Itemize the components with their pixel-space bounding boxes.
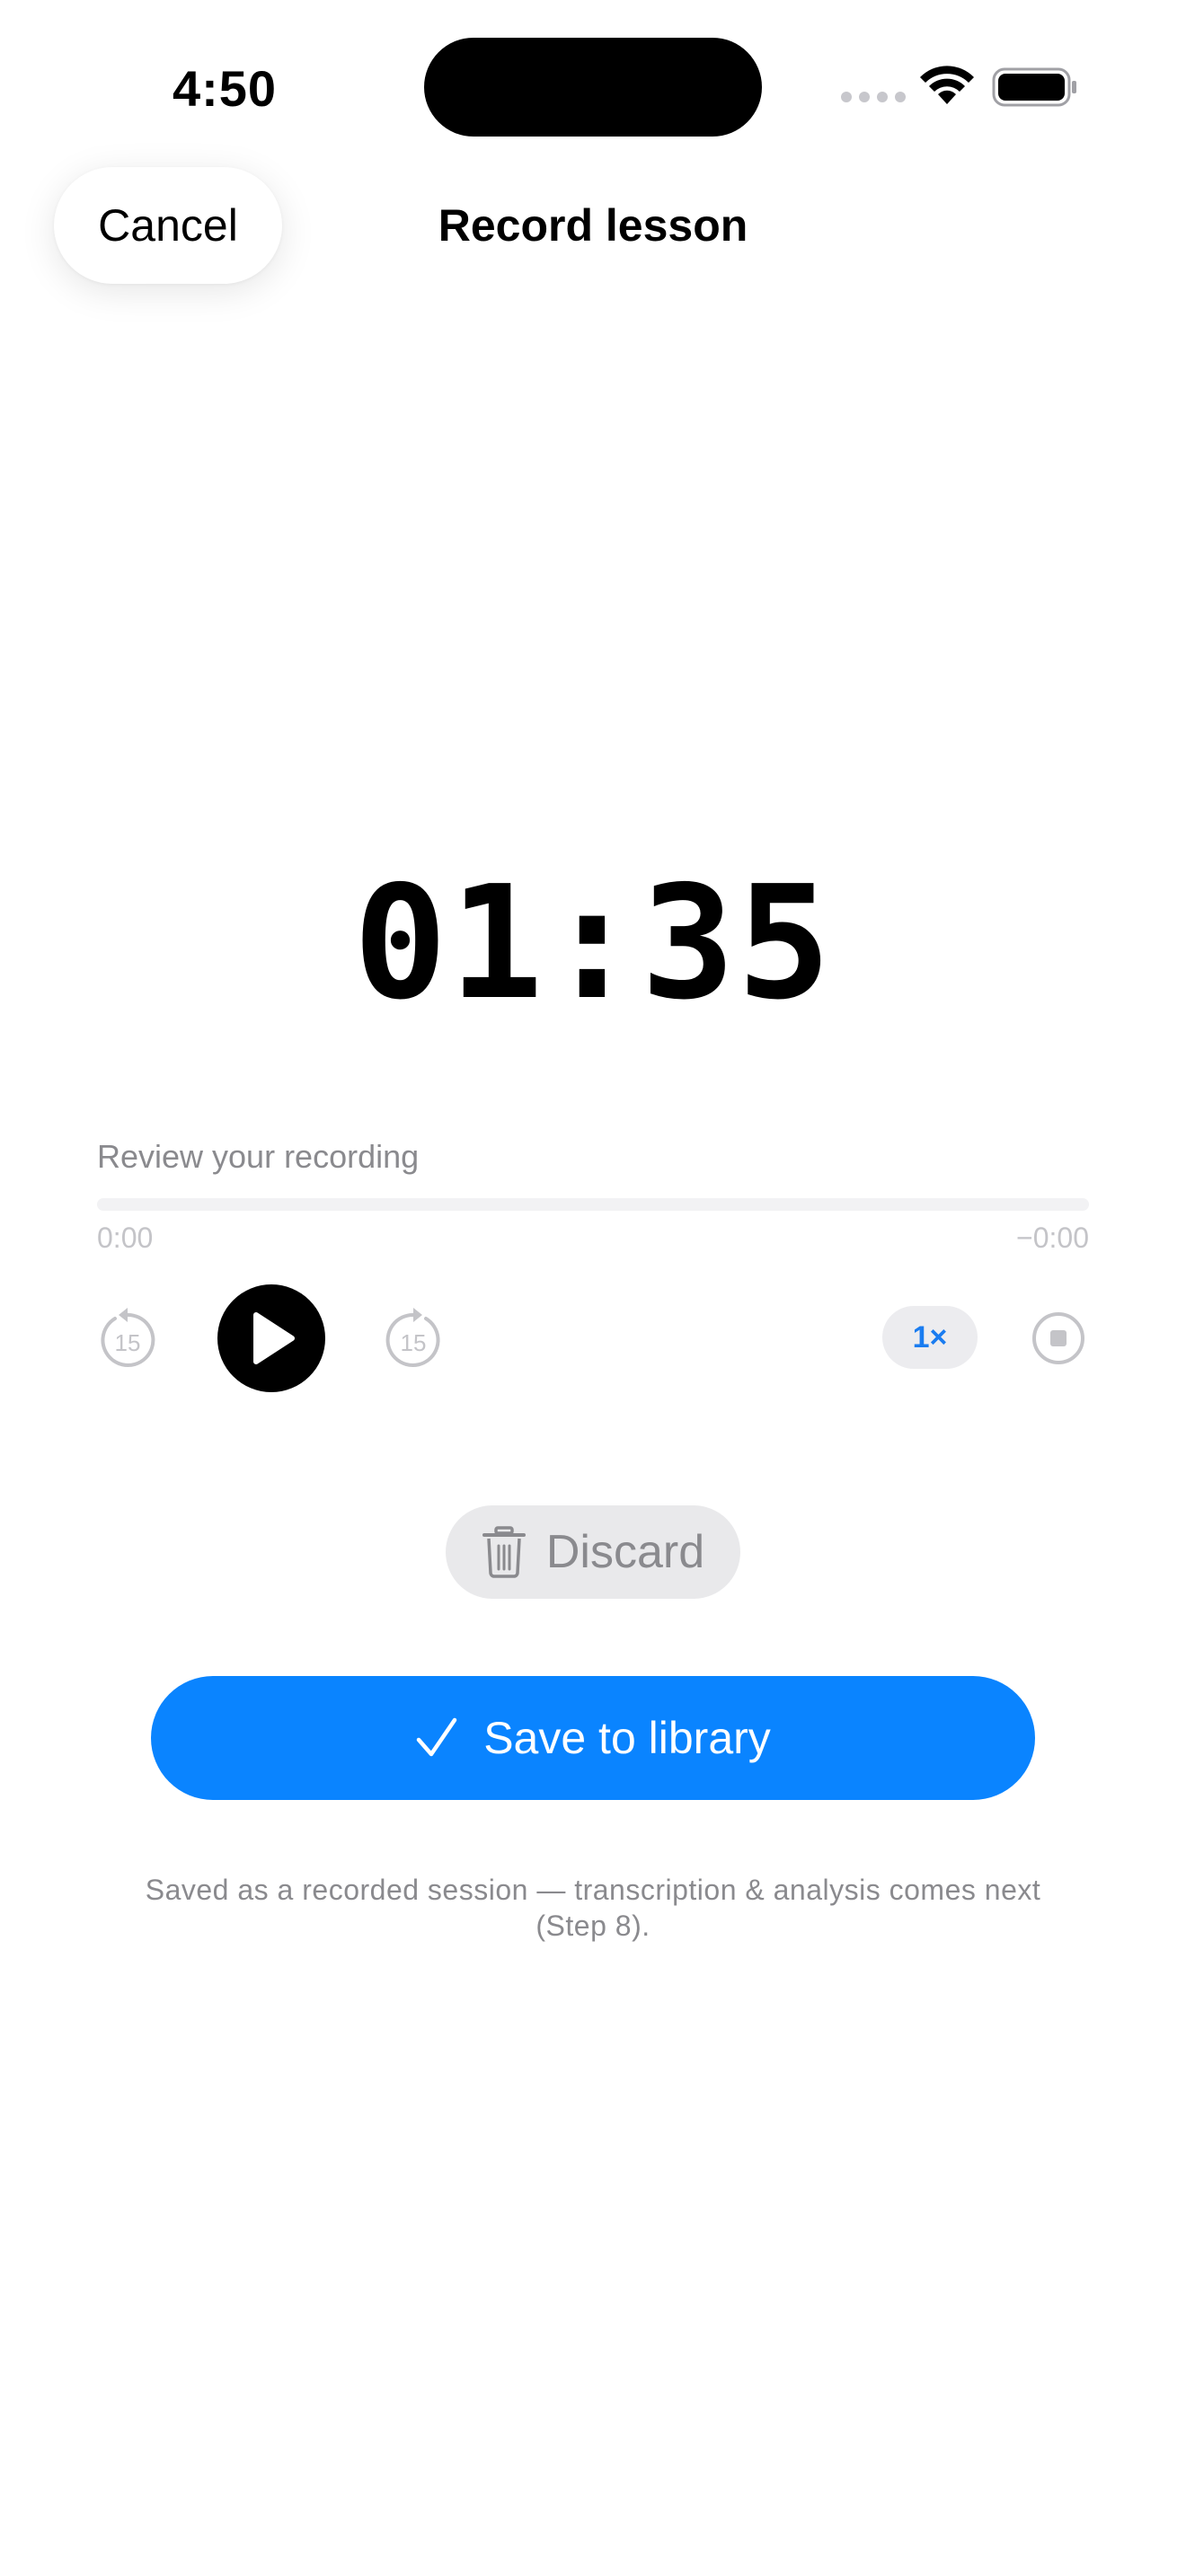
play-icon [253, 1312, 295, 1364]
review-label: Review your recording [97, 1138, 420, 1175]
skip-back-seconds: 15 [115, 1329, 141, 1356]
remaining-time: −0:00 [1016, 1221, 1089, 1254]
page-title: Record lesson [438, 200, 748, 251]
skip-back-button[interactable]: 15 [95, 1306, 160, 1371]
stop-icon [1032, 1312, 1084, 1364]
skip-forward-seconds: 15 [401, 1329, 427, 1356]
dynamic-island [424, 38, 762, 137]
discard-label: Discard [545, 1526, 705, 1578]
play-button[interactable] [217, 1284, 325, 1392]
recording-timer: 01:35 [353, 851, 833, 1035]
playback-scrubber[interactable] [97, 1198, 1089, 1211]
skip-forward-15-icon: 15 [385, 1308, 440, 1367]
cellular-icon [841, 92, 906, 102]
checkmark-icon [416, 1717, 457, 1757]
elapsed-time: 0:00 [97, 1221, 154, 1254]
status-time: 4:50 [172, 59, 278, 117]
stop-button[interactable] [1031, 1311, 1085, 1365]
skip-back-15-icon: 15 [101, 1308, 155, 1367]
save-footnote: Saved as a recorded session — transcript… [145, 1874, 1041, 1942]
discard-button[interactable]: Discard [446, 1505, 740, 1599]
battery-icon [992, 67, 1076, 107]
cancel-button[interactable]: Cancel [54, 167, 282, 284]
wifi-icon [920, 66, 974, 104]
save-to-library-button[interactable]: Save to library [151, 1676, 1035, 1800]
playback-speed-button[interactable]: 1× [882, 1306, 978, 1369]
trash-icon [482, 1526, 526, 1578]
save-label: Save to library [483, 1713, 771, 1763]
skip-forward-button[interactable]: 15 [381, 1306, 446, 1371]
